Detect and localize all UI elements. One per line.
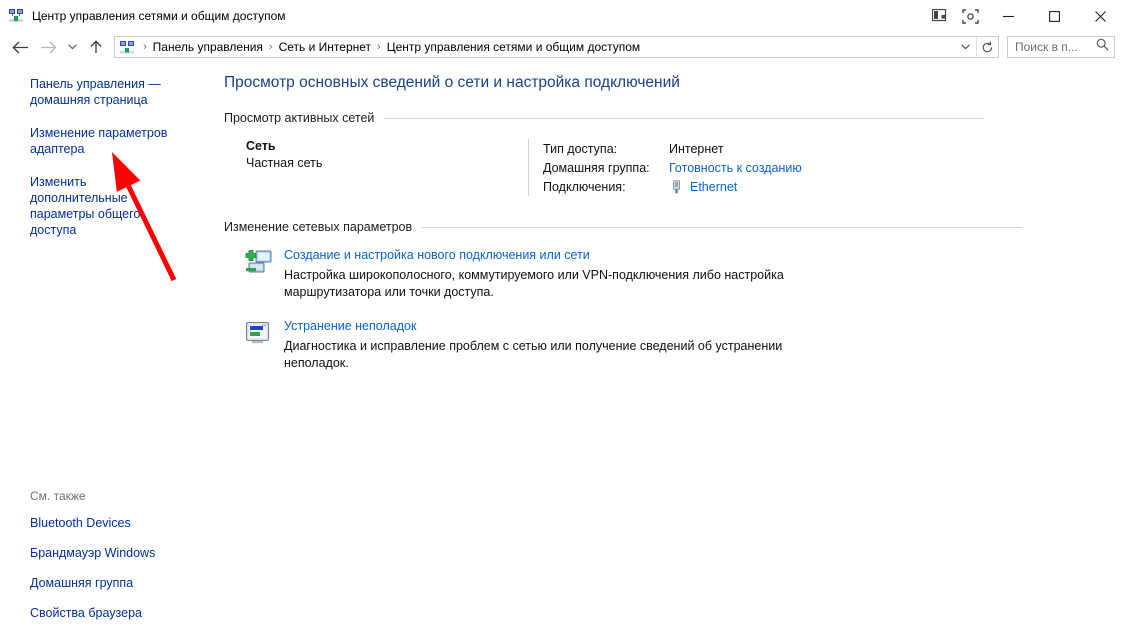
- address-bar[interactable]: › Панель управления › Сеть и Интернет › …: [114, 36, 999, 58]
- active-networks-section: Просмотр активных сетей Сеть Частная сет…: [224, 111, 1083, 196]
- address-chevron-down-icon[interactable]: [954, 37, 976, 57]
- search-icon[interactable]: [1096, 38, 1109, 56]
- detail-row-access-type: Тип доступа: Интернет: [543, 139, 802, 158]
- see-also-section: См. также Bluetooth Devices Брандмауэр W…: [0, 489, 220, 620]
- title-bar-controls: [925, 0, 1123, 32]
- forward-icon[interactable]: [34, 34, 62, 60]
- connections-value-link[interactable]: Ethernet: [690, 180, 737, 194]
- breadcrumb-separator: ›: [377, 41, 381, 53]
- section-divider: [422, 226, 1023, 228]
- window-title: Центр управления сетями и общим доступом: [32, 9, 286, 23]
- content-area: Панель управления — домашняя страница Из…: [0, 62, 1123, 632]
- title-bar: Центр управления сетями и общим доступом: [0, 0, 1123, 32]
- see-also-title: См. также: [30, 489, 86, 503]
- search-placeholder: Поиск в п...: [1015, 40, 1078, 54]
- task-troubleshoot: Устранение неполадок Диагностика и испра…: [224, 319, 1083, 372]
- task-new-connection: Создание и настройка нового подключения …: [224, 248, 1083, 301]
- breadcrumb-item-network-sharing-center[interactable]: Центр управления сетями и общим доступом: [385, 40, 643, 54]
- connections-label: Подключения:: [543, 179, 626, 194]
- active-network-row: Сеть Частная сеть Тип доступа: Интернет …: [224, 139, 1083, 196]
- new-connection-link[interactable]: Создание и настройка нового подключения …: [284, 248, 784, 262]
- network-type: Частная сеть: [246, 156, 323, 170]
- address-network-sharing-icon: [119, 39, 135, 55]
- breadcrumb-separator: ›: [268, 41, 273, 53]
- access-type-label: Тип доступа:: [543, 141, 618, 156]
- active-networks-title: Просмотр активных сетей: [224, 111, 375, 125]
- see-also-item-internet-options[interactable]: Свойства браузера: [30, 606, 220, 620]
- sidebar-item-control-panel-home[interactable]: Панель управления — домашняя страница: [0, 76, 200, 108]
- close-button[interactable]: [1077, 0, 1123, 32]
- new-connection-description: Настройка широкополосного, коммутируемог…: [284, 268, 784, 299]
- snip-panel-icon[interactable]: [925, 0, 955, 32]
- detail-row-connections: Подключения: Ethernet: [543, 177, 802, 196]
- change-settings-section: Изменение сетевых параметров Создание и: [224, 220, 1083, 372]
- sidebar-item-change-adapter-settings[interactable]: Изменение параметров адаптера: [0, 125, 200, 157]
- up-icon[interactable]: [82, 34, 110, 60]
- breadcrumb-item-control-panel[interactable]: Панель управления: [151, 40, 265, 54]
- refresh-icon[interactable]: [976, 37, 998, 57]
- back-icon[interactable]: [6, 34, 34, 60]
- change-settings-header: Изменение сетевых параметров: [224, 220, 1083, 234]
- main-panel: Просмотр основных сведений о сети и наст…: [220, 62, 1123, 632]
- detail-row-homegroup: Домашняя группа: Готовность к созданию: [543, 158, 802, 177]
- active-networks-header: Просмотр активных сетей: [224, 111, 1083, 125]
- network-identity: Сеть Частная сеть: [246, 139, 528, 196]
- network-sharing-icon: [8, 8, 24, 24]
- troubleshoot-link[interactable]: Устранение неполадок: [284, 319, 784, 333]
- see-also-item-homegroup[interactable]: Домашняя группа: [30, 576, 220, 590]
- breadcrumb-separator: ›: [143, 41, 147, 53]
- homegroup-value-link[interactable]: Готовность к созданию: [669, 161, 802, 175]
- change-settings-title: Изменение сетевых параметров: [224, 220, 413, 234]
- minimize-button[interactable]: [985, 0, 1031, 32]
- section-divider: [384, 117, 985, 119]
- homegroup-label: Домашняя группа:: [543, 160, 650, 175]
- sidebar: Панель управления — домашняя страница Из…: [0, 62, 220, 632]
- troubleshoot-icon: [244, 319, 276, 372]
- page-title: Просмотр основных сведений о сети и наст…: [224, 74, 680, 91]
- sidebar-item-change-advanced-sharing-settings[interactable]: Изменить дополнительные параметры общего…: [0, 174, 200, 238]
- search-input[interactable]: Поиск в п...: [1007, 36, 1115, 58]
- new-connection-icon: [244, 248, 276, 301]
- see-also-item-windows-firewall[interactable]: Брандмауэр Windows: [30, 546, 220, 560]
- ethernet-plug-icon: [669, 179, 683, 194]
- see-also-item-bluetooth-devices[interactable]: Bluetooth Devices: [30, 516, 220, 530]
- breadcrumb-item-network-internet[interactable]: Сеть и Интернет: [277, 40, 373, 54]
- screen-capture-icon[interactable]: [955, 0, 985, 32]
- breadcrumb: › Панель управления › Сеть и Интернет › …: [139, 40, 954, 54]
- navigation-bar: › Панель управления › Сеть и Интернет › …: [0, 32, 1123, 62]
- network-details: Тип доступа: Интернет Домашняя группа: Г…: [528, 139, 802, 196]
- troubleshoot-description: Диагностика и исправление проблем с сеть…: [284, 339, 783, 370]
- access-type-value: Интернет: [669, 141, 724, 156]
- maximize-button[interactable]: [1031, 0, 1077, 32]
- recent-locations-chevron-down-icon[interactable]: [62, 34, 82, 60]
- network-name: Сеть: [246, 139, 276, 153]
